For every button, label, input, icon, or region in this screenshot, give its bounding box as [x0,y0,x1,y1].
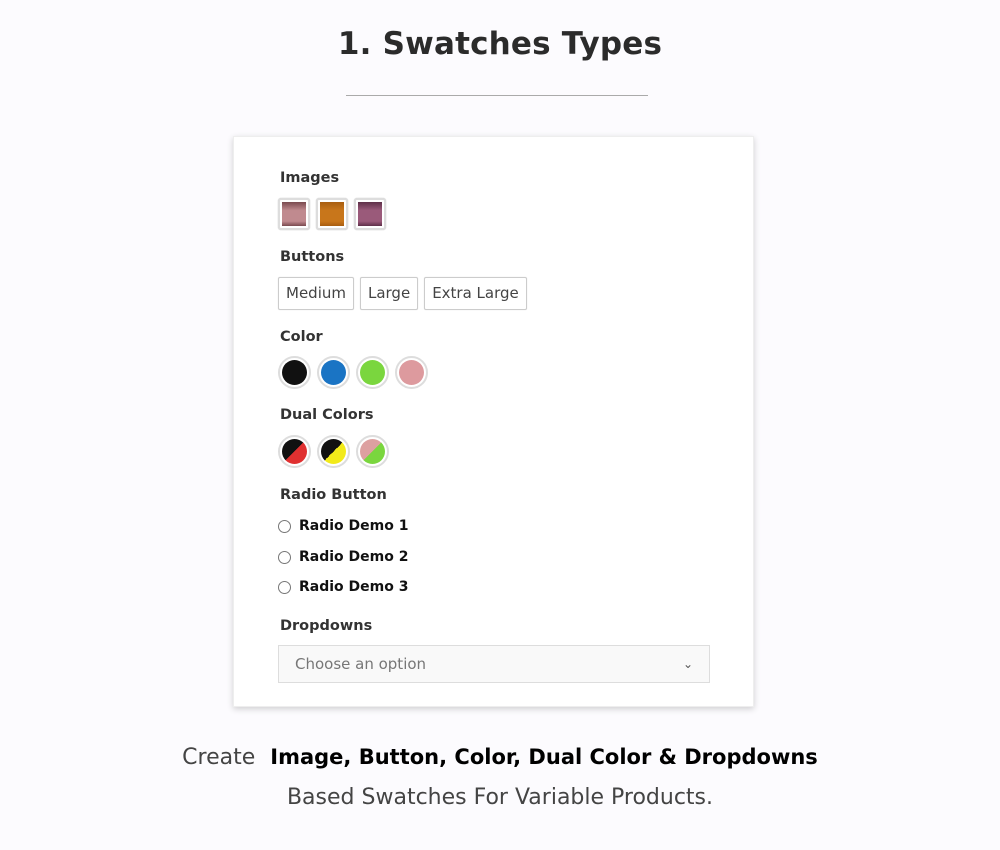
radio-input[interactable] [278,550,291,564]
footer-subline: Based Swatches For Variable Products. [286,785,714,810]
dropdowns-label: Dropdowns [280,618,373,634]
color-swatch-2[interactable] [317,356,350,389]
page: 1. Swatches Types Images Buttons Medium … [0,0,1000,850]
title-divider [346,95,648,96]
color-swatch-4[interactable] [395,356,428,389]
dual-colors-label: Dual Colors [280,407,374,423]
dual-color-dot [321,439,346,464]
radio-option-2[interactable]: Radio Demo 2 [278,549,408,565]
color-dot [360,360,385,385]
color-swatch-1[interactable] [278,356,311,389]
page-title: 1. Swatches Types [337,26,663,62]
radio-option-label: Radio Demo 1 [299,518,409,534]
footer-lead: Create [182,745,256,770]
dual-color-swatch-3[interactable] [356,435,389,468]
color-swatch-3[interactable] [356,356,389,389]
radio-button-label: Radio Button [280,487,387,503]
dual-color-dot [360,439,385,464]
color-swatch-row [278,356,428,389]
button-swatch-extra-large[interactable]: Extra Large [424,277,527,310]
dropdown-placeholder: Choose an option [295,655,427,673]
radio-option-label: Radio Demo 2 [299,549,409,565]
footer-emphasis: Image, Button, Color, Dual Color & Dropd… [270,745,818,769]
image-swatch-row [278,198,386,230]
images-label: Images [280,170,340,186]
product-thumbnail [320,202,344,226]
buttons-label: Buttons [280,249,345,265]
chevron-down-icon: ⌄ [682,657,693,671]
color-dot [399,360,424,385]
product-thumbnail [282,202,306,226]
color-dot [282,360,307,385]
dual-color-swatch-2[interactable] [317,435,350,468]
color-label: Color [280,329,323,345]
dual-color-swatch-row [278,435,389,468]
button-swatch-row: Medium Large Extra Large [278,277,527,310]
button-swatch-large[interactable]: Large [359,277,419,310]
image-swatch-purple-dress[interactable] [354,198,386,230]
radio-option-label: Radio Demo 3 [299,579,409,595]
radio-option-3[interactable]: Radio Demo 3 [278,579,408,595]
variation-dropdown[interactable]: Choose an option ⌄ [278,645,710,683]
image-swatch-pink-dress[interactable] [278,198,310,230]
radio-option-1[interactable]: Radio Demo 1 [278,518,408,534]
dual-color-dot [282,439,307,464]
dual-color-swatch-1[interactable] [278,435,311,468]
radio-input[interactable] [278,580,291,594]
image-swatch-mustard-dress[interactable] [316,198,348,230]
radio-input[interactable] [278,519,291,533]
swatches-demo-card: Images Buttons Medium Large Extra Large … [233,136,754,707]
footer-headline: Create Image, Button, Color, Dual Color … [0,745,1000,770]
button-swatch-medium[interactable]: Medium [278,277,354,310]
product-thumbnail [358,202,382,226]
color-dot [321,360,346,385]
